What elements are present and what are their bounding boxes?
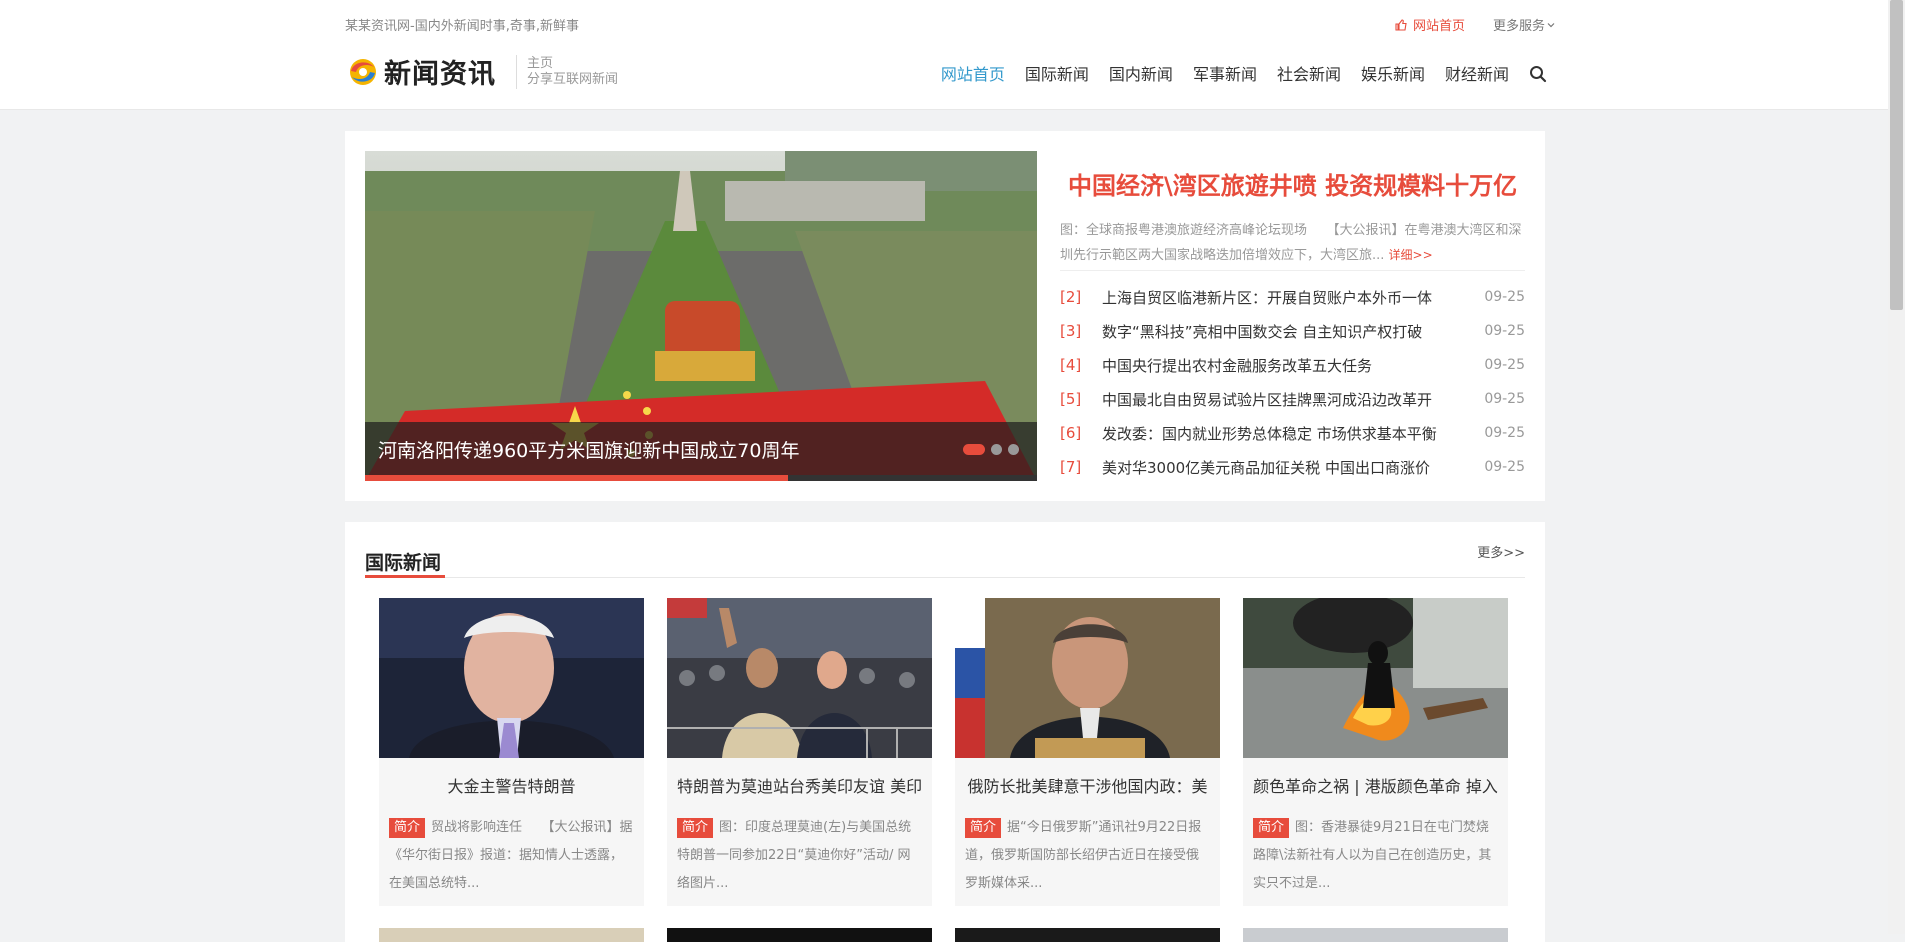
card-image-partial[interactable] [1243,928,1508,942]
logo-swirl-icon [350,58,376,85]
featured-summary: 图：全球商报粤港澳旅遊经济高峰论坛现场 【大公报讯】在粤港澳大湾区和深圳先行示範… [1060,219,1525,268]
news-card[interactable]: 俄防长批美肆意干涉他国内政：美 简介 据“今日俄罗斯”通讯社9月22日报道，俄罗斯… [955,598,1220,906]
logo-divider [516,54,517,89]
news-date: 09-25 [1484,323,1525,339]
card-image[interactable] [955,598,1220,758]
slide-dots [963,444,1019,455]
card-description: 简介 贸战将影响连任 【大公报讯】据《华尔街日报》报道：据知情人士透露，在美国总统… [389,814,634,898]
card-description: 简介 据“今日俄罗斯”通讯社9月22日报道，俄罗斯国防部长绍伊古近日在接受俄罗斯媒… [965,814,1210,898]
card-title[interactable]: 特朗普为莫迪站台秀美印友谊 美印 [677,773,922,797]
news-date: 09-25 [1484,425,1525,441]
site-header: 某某资讯网-国内外新闻时事,奇事,新鲜事 网站首页 更多服务 新闻资讯 主页 分… [0,0,1905,110]
slide-dot-2[interactable] [991,444,1002,455]
site-tagline: 某某资讯网-国内外新闻时事,奇事,新鲜事 [345,19,579,34]
thumbs-up-icon [1395,18,1407,31]
section-title: 国际新闻 [365,552,442,574]
top-news-list: [2] 上海自贸区临港新片区：开展自贸账户本外币一体 09-25 [3] 数字“… [1060,280,1525,484]
news-rank: [4] [1060,356,1082,374]
nav-item-international[interactable]: 国际新闻 [1025,61,1089,85]
slide-progress-fill [365,475,789,481]
logo-subtitle: 主页 分享互联网新闻 [527,56,618,88]
news-date: 09-25 [1484,357,1525,373]
search-icon[interactable] [1529,65,1547,83]
page-scrollbar[interactable] [1888,0,1905,934]
card-title[interactable]: 俄防长批美肆意干涉他国内政：美 [965,773,1210,797]
slide-progress-bar [365,475,1037,481]
topbar-links: 网站首页 更多服务 [1395,15,1555,34]
intro-tag: 简介 [965,818,1002,838]
news-rank: [6] [1060,424,1082,442]
logo-sub-slogan: 分享互联网新闻 [527,71,619,87]
slide-caption-bar: 河南洛阳传递960平方米国旗迎新中国成立70周年 [365,422,1037,475]
news-card[interactable]: 特朗普为莫迪站台秀美印友谊 美印 简介 图：印度总理莫迪(左)与美国总统特朗普一同… [667,598,932,906]
news-card-grid: 大金主警告特朗普 简介 贸战将影响连任 【大公报讯】据《华尔街日报》报道：据知情人… [379,593,1508,906]
featured-summary-text: 图：全球商报粤港澳旅遊经济高峰论坛现场 【大公报讯】在粤港澳大湾区和深圳先行示範… [1060,223,1522,263]
slide-dot-3[interactable] [1008,444,1019,455]
intro-tag: 简介 [389,818,426,838]
more-services-dropdown[interactable]: 更多服务 [1493,15,1555,34]
intro-tag: 简介 [1253,818,1290,838]
news-rank: [7] [1060,458,1082,476]
section-divider [365,577,1525,578]
nav-item-domestic[interactable]: 国内新闻 [1109,61,1173,85]
section-more-link[interactable]: 更多>> [1477,542,1525,561]
chevron-down-icon [1547,22,1555,27]
image-slider[interactable]: 河南洛阳传递960平方米国旗迎新中国成立70周年 [365,151,1037,481]
card-title[interactable]: 大金主警告特朗普 [389,773,634,797]
featured-more-link[interactable]: 详细>> [1389,248,1433,262]
news-rank: [5] [1060,390,1082,408]
news-title[interactable]: 中国央行提出农村金融服务改革五大任务 [1102,355,1477,376]
news-date: 09-25 [1484,459,1525,475]
section-title-underline [365,575,445,578]
logo-sub-home: 主页 [527,55,554,71]
main-nav: 网站首页 国际新闻 国内新闻 军事新闻 社会新闻 娱乐新闻 财经新闻 [941,61,1547,85]
news-title[interactable]: 中国最北自由贸易试验片区挂牌黑河成沿边改革开 [1102,389,1477,410]
news-date: 09-25 [1484,289,1525,305]
more-services-label: 更多服务 [1492,19,1545,34]
logo-name: 新闻资讯 [384,59,496,90]
card-desc-text: 贸战将影响连任 【大公报讯】据《华尔街日报》报道：据知情人士透露，在美国总统特.… [389,820,633,891]
news-card[interactable]: 大金主警告特朗普 简介 贸战将影响连任 【大公报讯】据《华尔街日报》报道：据知情人… [379,598,644,906]
news-title[interactable]: 数字“黑科技”亮相中国数交会 自主知识产权打破 [1102,321,1477,342]
card-image[interactable] [1243,593,1508,758]
nav-item-home[interactable]: 网站首页 [941,61,1005,85]
international-news-section: 国际新闻 更多>> 大金主警告特朗普 简介 贸战将影响连任 【大公报讯】据《华尔街… [345,522,1545,942]
list-item[interactable]: [6] 发改委：国内就业形势总体稳定 市场供求基本平衡 09-25 [1060,416,1525,450]
top-home-link[interactable]: 网站首页 [1395,15,1465,34]
news-title[interactable]: 美对华3000亿美元商品加征关税 中国出口商涨价 [1102,457,1477,478]
slide-dot-1[interactable] [963,444,985,455]
headline-divider [1060,270,1525,271]
nav-item-military[interactable]: 军事新闻 [1193,61,1257,85]
site-logo[interactable]: 新闻资讯 主页 分享互联网新闻 [348,52,618,91]
intro-tag: 简介 [677,818,714,838]
featured-block: 河南洛阳传递960平方米国旗迎新中国成立70周年 中国经济\湾区旅遊井喷 投资规… [345,131,1545,501]
nav-item-society[interactable]: 社会新闻 [1277,61,1341,85]
list-item[interactable]: [2] 上海自贸区临港新片区：开展自贸账户本外币一体 09-25 [1060,280,1525,314]
card-image[interactable] [379,598,644,758]
card-image[interactable] [667,598,932,758]
card-image-partial[interactable] [379,928,644,942]
news-title[interactable]: 上海自贸区临港新片区：开展自贸账户本外币一体 [1102,287,1477,308]
card-title[interactable]: 颜色革命之祸 | 港版颜色革命 掉入 [1253,773,1498,797]
next-card-row [379,928,1508,942]
list-item[interactable]: [4] 中国央行提出农村金融服务改革五大任务 09-25 [1060,348,1525,382]
list-item[interactable]: [7] 美对华3000亿美元商品加征关税 中国出口商涨价 09-25 [1060,450,1525,484]
card-description: 简介 图：印度总理莫迪(左)与美国总统特朗普一同参加22日“莫迪你好”活动/ 网络… [677,814,922,898]
list-item[interactable]: [3] 数字“黑科技”亮相中国数交会 自主知识产权打破 09-25 [1060,314,1525,348]
news-title[interactable]: 发改委：国内就业形势总体稳定 市场供求基本平衡 [1102,423,1477,444]
news-rank: [3] [1060,322,1082,340]
top-home-label: 网站首页 [1412,19,1465,34]
list-item[interactable]: [5] 中国最北自由贸易试验片区挂牌黑河成沿边改革开 09-25 [1060,382,1525,416]
nav-item-finance[interactable]: 财经新闻 [1445,61,1509,85]
news-rank: [2] [1060,288,1082,306]
nav-item-entertainment[interactable]: 娱乐新闻 [1361,61,1425,85]
scrollbar-thumb[interactable] [1890,0,1903,310]
card-image-partial[interactable] [955,928,1220,942]
slide-caption[interactable]: 河南洛阳传递960平方米国旗迎新中国成立70周年 [378,436,799,463]
news-date: 09-25 [1484,391,1525,407]
card-description: 简介 图：香港暴徒9月21日在屯门焚烧路障\法新社有人以为自己在创造历史，其实只不… [1253,814,1498,898]
card-image-partial[interactable] [667,928,932,942]
news-card[interactable]: 颜色革命之祸 | 港版颜色革命 掉入 简介 图：香港暴徒9月21日在屯门焚烧路障\… [1243,593,1508,906]
featured-headline[interactable]: 中国经济\湾区旅遊井喷 投资规模料十万亿 [1068,166,1517,201]
